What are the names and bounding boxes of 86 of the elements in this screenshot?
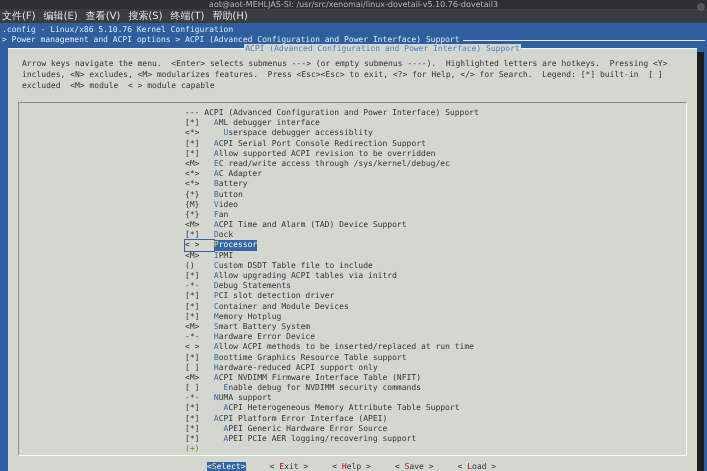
option-state: [ ] [185, 362, 200, 373]
option-state: [*] [185, 414, 200, 424]
option-label[interactable]: ACPI Platform Error Interface (APEI) [214, 414, 388, 424]
dialog-button[interactable]: < Load > [458, 462, 496, 471]
option-label[interactable]: Dock [214, 230, 234, 240]
option-label[interactable]: EC read/write access through /sys/kernel/debug/ec [214, 158, 450, 170]
option-state: <M> [185, 322, 200, 332]
option-state: [*] [185, 302, 200, 312]
option-label[interactable]: PCI slot detection driver [214, 291, 334, 302]
option-state: [*] [185, 271, 200, 282]
breadcrumb: > Power management and ACPI options > ACPI (Advanced Configuration and Power Interface) Support [1, 35, 460, 44]
option-label[interactable]: ACPI Serial Port Console Redirection Support [214, 138, 426, 149]
option-state: < > [185, 240, 214, 251]
option-label[interactable]: ACPI Heterogeneous Memory Attribute Table Support [224, 403, 460, 414]
option-state: [*] [185, 312, 200, 322]
option-label[interactable]: Video [214, 200, 238, 210]
option-label[interactable]: Allow supported ACPI revision to be overridden [214, 148, 436, 159]
option-state: -*- [185, 332, 200, 342]
help-text: Arrow keys navigate the menu. <Enter> selects submenus ---> (or empty submenus ----). Highlighted letters are hotkeys. Pressing <Y> [22, 58, 668, 69]
option-state: [*] [185, 424, 200, 434]
option-label[interactable]: Boottime Graphics Resource Table support [214, 352, 407, 363]
menu-comment: ACPI (Advanced Configuration and Power Interface) Support [204, 108, 479, 118]
option-label[interactable]: APEI Generic Hardware Error Source [224, 424, 388, 434]
menu-item[interactable]: 文件(F) [2, 9, 36, 23]
option-label[interactable]: APEI PCIe AER logging/recovering support [224, 434, 416, 444]
option-state: () [185, 260, 196, 271]
window-control-icon[interactable] [697, 3, 705, 11]
option-label[interactable]: Debug Statements [214, 281, 291, 292]
option-label[interactable]: IPMI [214, 250, 234, 261]
option-state: [ ] [185, 383, 200, 394]
dialog-button[interactable]: < Help > [332, 462, 371, 471]
menu-item[interactable]: 帮助(H) [212, 9, 248, 23]
option-state: <M> [185, 250, 200, 261]
option-label[interactable]: Enable debug for NVDIMM security commands [224, 383, 421, 394]
help-text: includes, <N> excludes, <M> modularizes features. Press <Esc><Esc> to exit, <?> for Help, </> for Search. Legend: [*] built-in [ ] [22, 69, 664, 80]
option-state: [*] [185, 352, 200, 363]
option-label[interactable]: Allow upgrading ACPI tables via initrd [214, 271, 397, 282]
dialog-button[interactable]: <Select> [207, 462, 246, 471]
menu-item[interactable]: 搜索(S) [128, 9, 162, 23]
option-label[interactable]: Fan [214, 210, 228, 220]
option-state: <*> [185, 128, 200, 139]
option-state: <M> [185, 220, 200, 230]
option-state: {*} [185, 190, 200, 200]
option-state: <*> [185, 169, 200, 180]
option-state: {*} [185, 210, 200, 220]
dialog-button[interactable]: < Exit > [270, 462, 308, 471]
option-state: [*] [185, 118, 200, 128]
option-label[interactable]: Smart Battery System [214, 322, 310, 332]
window-title: aot@aot-MEHLJAS-SI: /usr/src/xenomai/linux-dovetail-v5.10.76-dovetail3 [208, 0, 498, 9]
scroll-indicator: (+) [185, 444, 200, 454]
option-state: {M} [185, 200, 200, 210]
option-state: [*] [185, 138, 200, 149]
option-label[interactable]: Button [214, 190, 243, 200]
option-label[interactable]: AC Adapter [214, 169, 262, 180]
option-label[interactable]: Container and Module Devices [214, 302, 349, 312]
option-label[interactable]: Memory Hotplug [214, 312, 282, 322]
option-state: [*] [185, 403, 200, 414]
option-label[interactable]: Hardware-reduced ACPI support only [214, 362, 378, 373]
option-state: [*] [185, 148, 200, 159]
option-label[interactable]: AML debugger interface [214, 118, 320, 128]
option-label[interactable]: Hardware Error Device [214, 332, 316, 342]
option-state: [*] [185, 434, 200, 444]
help-text: excluded <M> module < > module capable [22, 80, 216, 91]
option-label[interactable]: ACPI NVDIMM Firmware Interface Table (NFIT) [214, 372, 422, 384]
dialog-title: ACPI (Advanced Configuration and Power Interface) Support [244, 44, 521, 54]
option-label[interactable]: Userspace debugger accessiblity [224, 128, 373, 139]
option-label[interactable]: Battery [214, 179, 248, 190]
option-state: -*- [185, 393, 200, 404]
option-label[interactable]: Processor [214, 240, 258, 251]
menu-item[interactable]: 查看(V) [86, 9, 120, 23]
option-label[interactable]: ACPI Time and Alarm (TAD) Device Support [214, 220, 407, 230]
option-state: < > [185, 342, 200, 352]
option-label[interactable]: NUMA support [214, 393, 272, 404]
option-label[interactable]: Custom DSDT Table file to include [214, 260, 373, 271]
option-state: <M> [185, 158, 200, 170]
option-label[interactable]: Allow ACPI methods to be inserted/replaced at run time [214, 342, 474, 352]
option-state: <M> [185, 372, 200, 384]
option-state: --- [185, 108, 200, 118]
option-state: [*] [185, 291, 200, 302]
dialog-button[interactable]: < Save > [394, 462, 434, 471]
menu-item[interactable]: 终端(T) [170, 9, 204, 23]
option-state: -*- [185, 281, 200, 292]
menu-item[interactable]: 编辑(E) [44, 9, 78, 23]
config-title: .config - Linux/x86 5.10.76 Kernel Configuration [1, 25, 234, 35]
option-state: [*] [185, 230, 200, 240]
option-state: <*> [185, 179, 200, 190]
